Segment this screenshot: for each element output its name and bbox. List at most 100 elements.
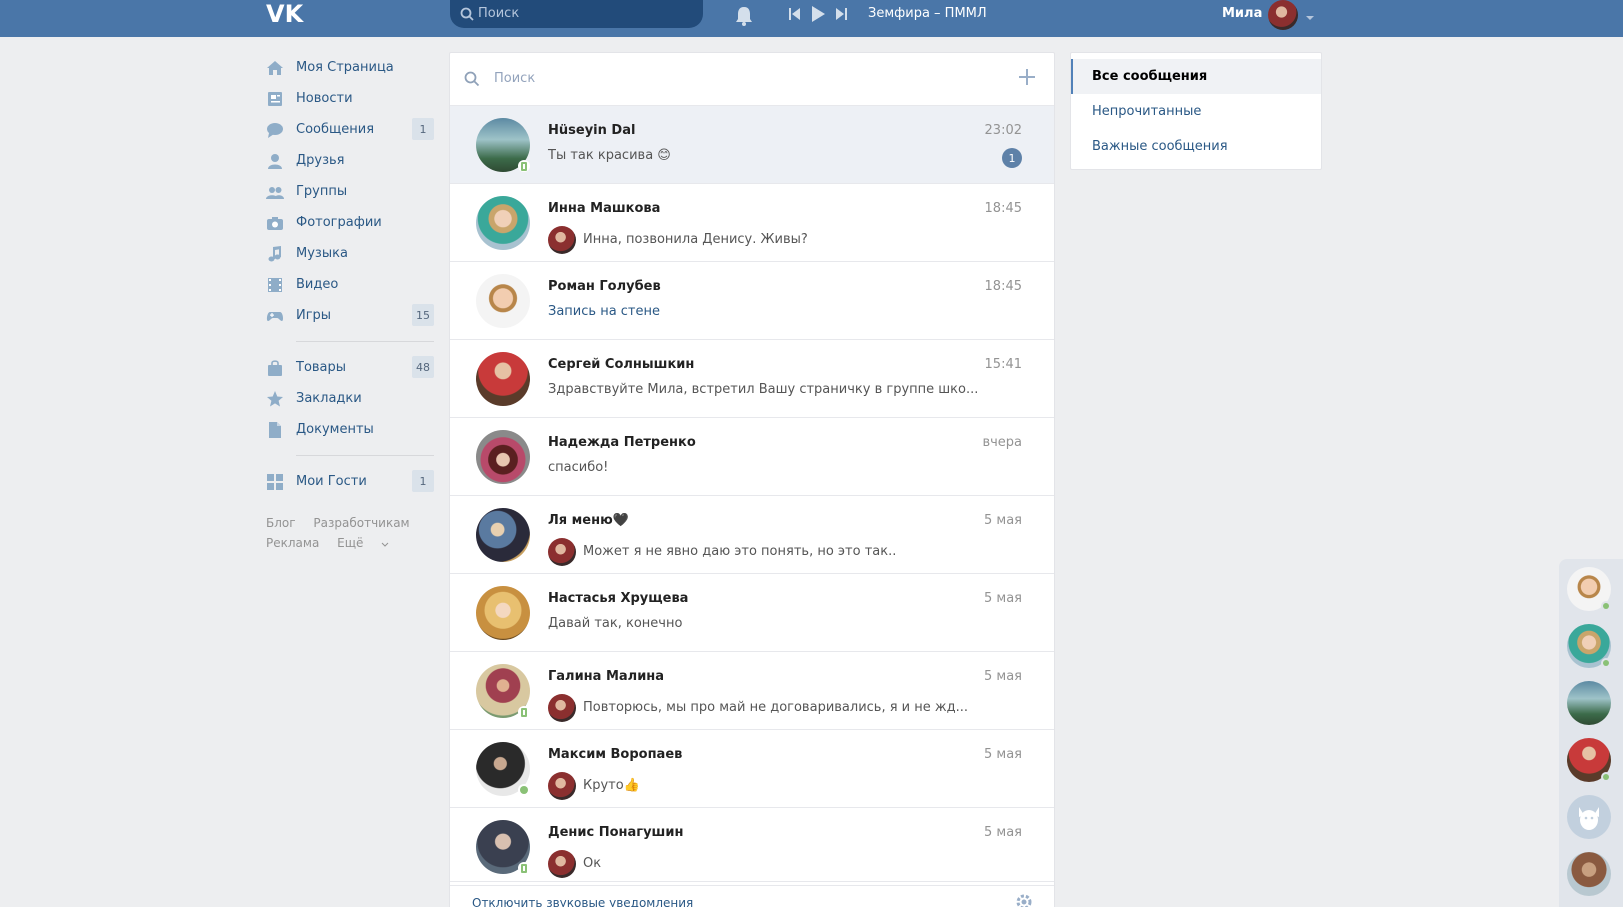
sidebar-item-bookmarks[interactable]: Закладки — [266, 383, 434, 414]
dialog-name: Сергей Солнышкин — [548, 357, 695, 372]
sidebar-item-goods[interactable]: Товары 48 — [266, 352, 434, 383]
mobile-online-icon — [518, 160, 530, 172]
dialog-row[interactable]: Настасья Хрущева 5 мая Давай так, конечн… — [450, 574, 1054, 652]
dialog-row[interactable]: Денис Понагушин 5 мая Ок — [450, 808, 1054, 886]
audio-player — [789, 5, 851, 27]
bell-icon[interactable] — [734, 5, 754, 31]
sidebar-item-my-page[interactable]: Моя Страница — [266, 52, 434, 83]
dialog-name: Инна Машкова — [548, 201, 661, 216]
dog-avatar-icon[interactable] — [1567, 795, 1611, 839]
online-icon — [518, 784, 530, 796]
user-avatar[interactable] — [1268, 0, 1298, 30]
dialog-avatar — [476, 508, 530, 562]
vk-logo[interactable]: VK — [266, 0, 306, 28]
dialogs-search-placeholder: Поиск — [494, 71, 536, 86]
dialog-name: Денис Понагушин — [548, 825, 684, 840]
unread-badge: 1 — [1002, 148, 1022, 168]
quick-chat-bar — [1559, 559, 1623, 907]
filter-unread[interactable]: Непрочитанные — [1071, 94, 1321, 129]
dialog-row[interactable]: Галина Малина 5 мая Повторюсь, мы про ма… — [450, 652, 1054, 730]
sidebar-item-messages[interactable]: Сообщения 1 — [266, 114, 434, 145]
dialog-time: 15:41 — [984, 357, 1022, 372]
games-count: 15 — [412, 304, 434, 326]
sidebar-item-documents[interactable]: Документы — [266, 414, 434, 445]
new-chat-plus-icon[interactable] — [1018, 68, 1036, 90]
more-link[interactable]: Ещё — [337, 536, 389, 550]
sidebar-item-news[interactable]: Новости — [266, 83, 434, 114]
dialogs-search[interactable]: Поиск — [450, 53, 1054, 106]
gear-icon[interactable] — [1014, 892, 1034, 907]
filter-important[interactable]: Важные сообщения — [1071, 129, 1321, 164]
dialog-message: Ты так красива 😊 — [548, 148, 671, 163]
messages-count: 1 — [412, 118, 434, 140]
svg-text:VK: VK — [266, 0, 305, 26]
dialog-time: 5 мая — [984, 825, 1022, 840]
dialog-name: Надежда Петренко — [548, 435, 696, 450]
star-icon — [266, 390, 284, 408]
online-icon — [1601, 658, 1611, 668]
dialog-time: 5 мая — [984, 591, 1022, 606]
video-icon — [266, 276, 284, 294]
dialog-message: Инна, позвонила Денису. Живы? — [583, 232, 808, 247]
games-icon — [266, 307, 284, 325]
sidebar-item-games[interactable]: Игры 15 — [266, 300, 434, 331]
dialog-name: Галина Малина — [548, 669, 665, 684]
groups-icon — [266, 183, 284, 201]
dialog-avatar — [476, 352, 530, 406]
dialog-row[interactable]: Hüseyin Dal 23:02 Ты так красива 😊 1 — [450, 106, 1054, 184]
sidebar-item-my-guests[interactable]: Мои Гости 1 — [266, 466, 434, 497]
my-avatar-small — [548, 538, 576, 566]
top-header: VK Поиск Земфира – ПММЛ Мила — [0, 0, 1623, 37]
messages-icon — [266, 121, 284, 139]
nav-divider — [296, 455, 434, 456]
play-icon — [812, 6, 825, 22]
search-icon — [464, 71, 480, 91]
my-avatar-small — [548, 850, 576, 878]
dialog-message: Давай так, конечно — [548, 616, 683, 631]
filter-all-messages[interactable]: Все сообщения — [1071, 59, 1321, 94]
chat-contact-avatar[interactable] — [1567, 852, 1611, 896]
developers-link[interactable]: Разработчикам — [313, 516, 409, 530]
dialog-avatar — [476, 274, 530, 328]
guests-count: 1 — [412, 470, 434, 492]
dialog-row[interactable]: Максим Воропаев 5 мая Круто👍 — [450, 730, 1054, 808]
disable-sound-link[interactable]: Отключить звуковые уведомления — [472, 896, 693, 907]
sidebar-footer: Блог Разработчикам Реклама Ещё — [266, 513, 434, 553]
dialog-time: 5 мая — [984, 513, 1022, 528]
dialog-name: Настасья Хрущева — [548, 591, 689, 606]
sidebar-item-music[interactable]: Музыка — [266, 238, 434, 269]
dialog-name: Hüseyin Dal — [548, 123, 636, 138]
dialog-row[interactable]: Надежда Петренко вчера спасибо! — [450, 418, 1054, 496]
apps-icon — [266, 473, 284, 491]
dialog-message: Круто👍 — [583, 778, 640, 793]
dialog-row[interactable]: Роман Голубев 18:45 Запись на стене — [450, 262, 1054, 340]
chat-contact-avatar[interactable] — [1567, 681, 1611, 725]
sidebar-item-photos[interactable]: Фотографии — [266, 207, 434, 238]
user-name[interactable]: Мила — [1222, 6, 1262, 21]
chevron-down-icon — [381, 542, 389, 547]
dialogs-panel: Поиск Hüseyin Dal 23:02 Ты так красива 😊… — [449, 52, 1055, 907]
dialog-row[interactable]: Инна Машкова 18:45 Инна, позвонила Денис… — [450, 184, 1054, 262]
dialog-name: Максим Воропаев — [548, 747, 683, 762]
goods-count: 48 — [412, 356, 434, 378]
sidebar-item-groups[interactable]: Группы — [266, 176, 434, 207]
sidebar-item-video[interactable]: Видео — [266, 269, 434, 300]
ads-link[interactable]: Реклама — [266, 536, 319, 550]
now-playing-title[interactable]: Земфира – ПММЛ — [868, 6, 987, 21]
my-avatar-small — [548, 772, 576, 800]
blog-link[interactable]: Блог — [266, 516, 296, 530]
header-search-input[interactable]: Поиск — [450, 0, 703, 28]
sidebar-item-friends[interactable]: Друзья — [266, 145, 434, 176]
news-icon — [266, 90, 284, 108]
dialog-time: 5 мая — [984, 669, 1022, 684]
online-icon — [1601, 601, 1611, 611]
camera-icon — [266, 214, 284, 232]
chevron-down-icon[interactable] — [1305, 10, 1315, 25]
dialog-row[interactable]: Сергей Солнышкин 15:41 Здравствуйте Мила… — [450, 340, 1054, 418]
nav-divider — [296, 341, 434, 342]
messages-filter-menu: Все сообщения Непрочитанные Важные сообщ… — [1070, 52, 1322, 170]
dialog-row[interactable]: Ля меню🖤 5 мая Может я не явно даю это п… — [450, 496, 1054, 574]
my-avatar-small — [548, 694, 576, 722]
dialog-message: спасибо! — [548, 460, 609, 475]
left-sidebar: Моя Страница Новости Сообщения 1 Друзья … — [266, 52, 434, 553]
